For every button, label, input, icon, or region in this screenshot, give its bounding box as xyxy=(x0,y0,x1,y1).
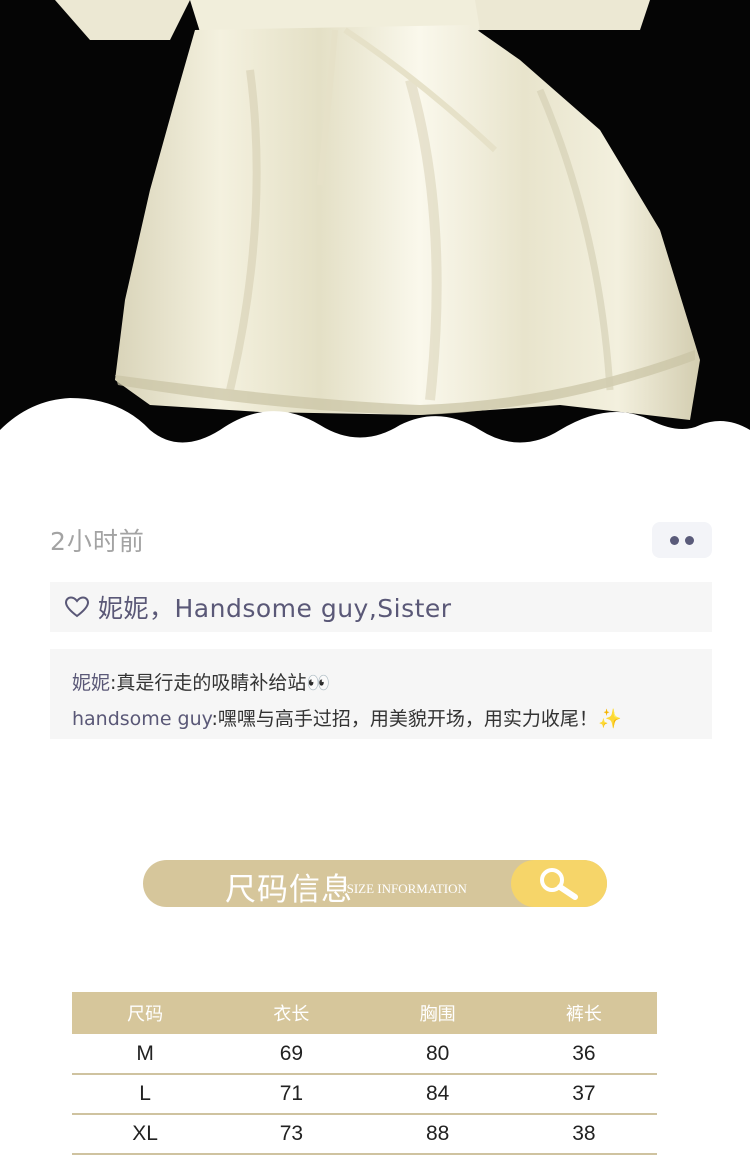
search-icon xyxy=(540,867,578,900)
comment-text: 嘿嘿与高手过招，用美貌开场，用实力收尾！ xyxy=(217,708,598,730)
comment-item[interactable]: handsome guy:嘿嘿与高手过招，用美貌开场，用实力收尾！✨ xyxy=(72,701,712,737)
dot-icon xyxy=(685,535,694,545)
comments-box: 妮妮:真是行走的吸睛补给站👀 handsome guy:嘿嘿与高手过招，用美貌开… xyxy=(50,649,712,739)
section-title: 尺码信息 xyxy=(225,872,353,908)
cell-size: L xyxy=(72,1074,219,1115)
header-length: 衣长 xyxy=(218,992,365,1034)
table-row: L 71 84 37 xyxy=(72,1074,657,1115)
dot-icon xyxy=(670,535,679,545)
comment-item[interactable]: 妮妮:真是行走的吸睛补给站👀 xyxy=(72,665,712,701)
cell-length: 69 xyxy=(218,1034,365,1075)
cell-pants-length: 38 xyxy=(510,1114,657,1155)
table-header-row: 尺码 衣长 胸围 裤长 xyxy=(72,992,657,1034)
search-button[interactable] xyxy=(511,860,607,907)
cell-pants-length: 36 xyxy=(510,1034,657,1075)
post-timestamp: 2小时前 xyxy=(50,527,145,556)
comment-author[interactable]: handsome guy xyxy=(72,708,212,730)
cell-size: XL xyxy=(72,1114,219,1155)
size-info-header: 尺码信息 /SIZE INFORMATION xyxy=(143,860,607,908)
comment-author[interactable]: 妮妮 xyxy=(72,672,110,694)
size-table: 尺码 衣长 胸围 裤长 M 69 80 36 L 71 84 37 XL 73 … xyxy=(72,992,657,1155)
likes-names[interactable]: 妮妮，Handsome guy,Sister xyxy=(98,589,452,625)
cell-bust: 84 xyxy=(364,1074,511,1115)
cell-bust: 80 xyxy=(364,1034,511,1075)
cell-pants-length: 37 xyxy=(510,1074,657,1115)
likes-bar: 妮妮，Handsome guy,Sister xyxy=(50,582,712,632)
more-options-button[interactable] xyxy=(652,522,712,558)
comment-text: 真是行走的吸睛补给站 xyxy=(116,672,307,694)
eyes-emoji: 👀 xyxy=(306,672,331,694)
heart-icon[interactable] xyxy=(64,594,92,620)
cell-size: M xyxy=(72,1034,219,1075)
header-pants-length: 裤长 xyxy=(510,992,657,1034)
header-bust: 胸围 xyxy=(364,992,511,1034)
table-row: M 69 80 36 xyxy=(72,1034,657,1075)
table-row: XL 73 88 38 xyxy=(72,1114,657,1155)
cell-length: 73 xyxy=(218,1114,365,1155)
section-subtitle: /SIZE INFORMATION xyxy=(343,881,467,896)
sparkles-emoji: ✨ xyxy=(597,708,622,730)
cell-length: 71 xyxy=(218,1074,365,1115)
cell-bust: 88 xyxy=(364,1114,511,1155)
product-photo xyxy=(0,0,750,460)
header-size: 尺码 xyxy=(72,992,219,1034)
